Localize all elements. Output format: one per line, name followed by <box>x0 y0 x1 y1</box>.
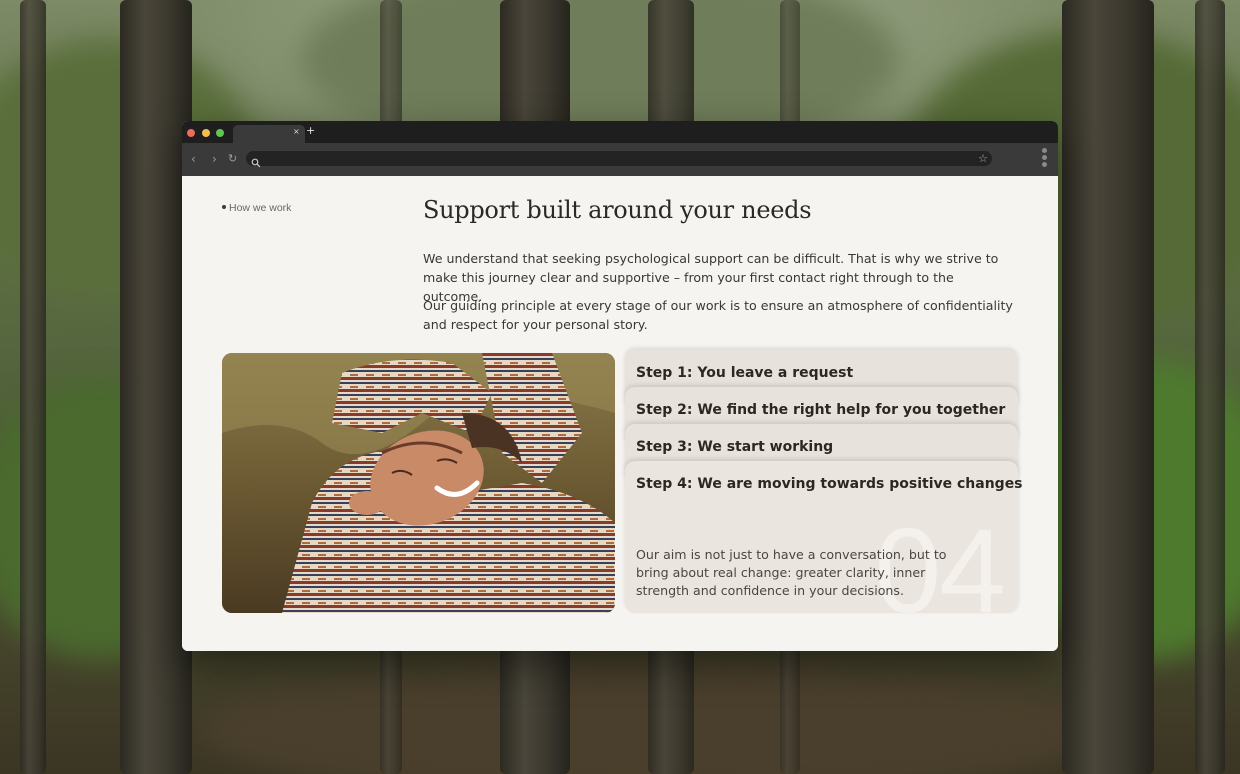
hero-photo <box>222 353 615 613</box>
steps-accordion: Step 1: You leave a request Step 2: We f… <box>625 350 1023 631</box>
window-close-button[interactable] <box>187 129 195 137</box>
window-minimize-button[interactable] <box>202 129 210 137</box>
step-title: Step 1: You leave a request <box>636 365 854 381</box>
close-icon[interactable]: × <box>293 126 300 138</box>
address-bar[interactable]: ☆ <box>246 151 992 168</box>
menu-icon[interactable] <box>1042 148 1048 170</box>
plus-icon[interactable]: + <box>306 125 315 137</box>
search-icon <box>251 153 261 172</box>
window-maximize-button[interactable] <box>216 129 224 137</box>
reload-icon[interactable]: ↻ <box>228 152 237 166</box>
step-title: Step 3: We start working <box>636 439 834 455</box>
principle-paragraph: Our guiding principle at every stage of … <box>423 298 1013 332</box>
step-title: Step 2: We find the right help for you t… <box>636 402 1006 418</box>
step-title: Step 4: We are moving towards positive c… <box>636 476 1023 492</box>
section-label-text: How we work <box>229 202 292 214</box>
page-title: Support built around your needs <box>423 196 812 224</box>
web-page: How we work Support built around your ne… <box>182 176 1058 651</box>
star-icon[interactable]: ☆ <box>978 151 988 166</box>
step-card-4[interactable]: Step 4: We are moving towards positive c… <box>625 461 1023 631</box>
bullet-icon <box>222 205 226 209</box>
tab-bar: × + <box>182 121 1058 143</box>
back-icon[interactable]: ‹ <box>191 152 196 166</box>
forward-icon[interactable]: › <box>212 152 217 166</box>
step-description: Our aim is not just to have a conversati… <box>636 547 947 598</box>
browser-toolbar: ‹ › ↻ ☆ <box>182 143 1058 176</box>
browser-window: × + ‹ › ↻ ☆ How we work Support built ar… <box>182 121 1058 651</box>
section-label: How we work <box>222 202 291 214</box>
